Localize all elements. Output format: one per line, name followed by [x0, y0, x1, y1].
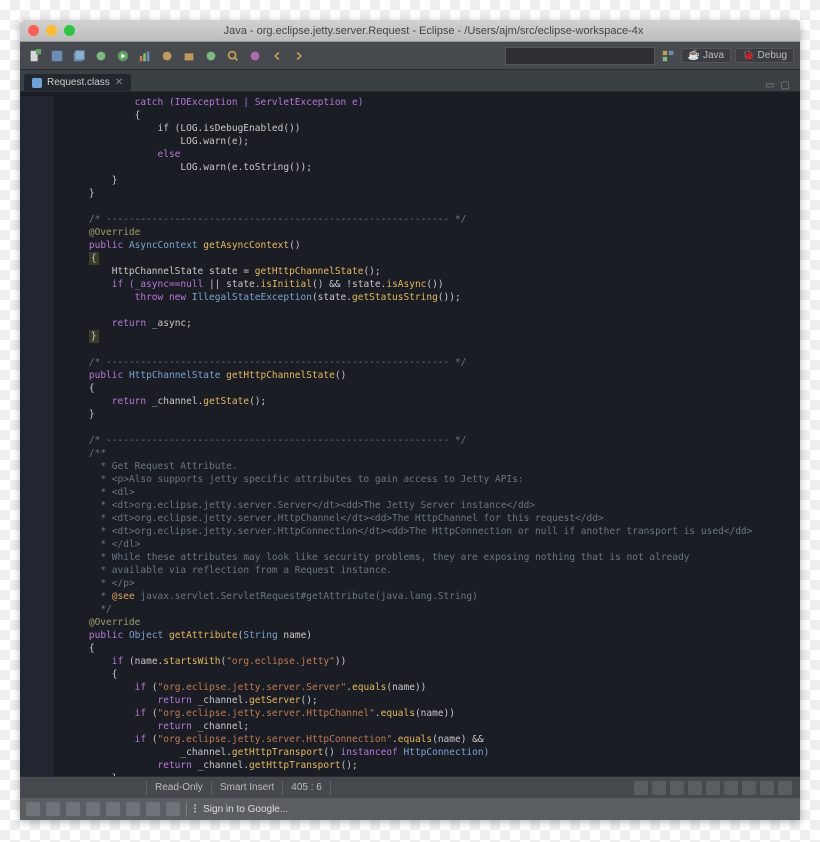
- file-tab-request[interactable]: Request.class ✕: [24, 74, 131, 91]
- tray-icon[interactable]: [166, 802, 180, 816]
- close-window-button[interactable]: [28, 25, 39, 36]
- main-toolbar: ☕Java 🐞Debug: [20, 42, 800, 70]
- minimize-window-button[interactable]: [46, 25, 57, 36]
- save-all-icon[interactable]: [70, 47, 88, 65]
- type-icon[interactable]: [202, 47, 220, 65]
- task-icon[interactable]: [246, 47, 264, 65]
- minimize-view-icon[interactable]: ▭: [765, 80, 774, 91]
- class-file-icon: [32, 78, 42, 88]
- view-icon[interactable]: [670, 781, 684, 795]
- coverage-icon[interactable]: [136, 47, 154, 65]
- cursor-position-status: 405 : 6: [291, 782, 322, 793]
- ant-icon[interactable]: [158, 47, 176, 65]
- title-bar: Java - org.eclipse.jetty.server.Request …: [20, 20, 800, 42]
- view-icon[interactable]: [742, 781, 756, 795]
- tray-icon[interactable]: [86, 802, 100, 816]
- forward-icon[interactable]: [290, 47, 308, 65]
- debug-perspective-button[interactable]: 🐞Debug: [735, 48, 794, 63]
- window-title: Java - org.eclipse.jetty.server.Request …: [75, 25, 792, 37]
- tray-icon[interactable]: [126, 802, 140, 816]
- package-icon[interactable]: [180, 47, 198, 65]
- save-icon[interactable]: [48, 47, 66, 65]
- file-tab-label: Request.class: [47, 77, 110, 88]
- bottom-bar: ⁝ Sign in to Google...: [20, 798, 800, 820]
- tray-icon[interactable]: [26, 802, 40, 816]
- google-icon[interactable]: ⁝: [193, 801, 197, 817]
- tray-icon[interactable]: [146, 802, 160, 816]
- maximize-view-icon[interactable]: ▢: [781, 80, 790, 91]
- run-icon[interactable]: [114, 47, 132, 65]
- code-editor[interactable]: catch (IOException | ServletException e)…: [20, 92, 800, 776]
- back-icon[interactable]: [268, 47, 286, 65]
- java-perspective-button[interactable]: ☕Java: [681, 48, 732, 63]
- search-toolbar-icon[interactable]: [224, 47, 242, 65]
- view-icon[interactable]: [634, 781, 648, 795]
- google-signin-link[interactable]: Sign in to Google...: [203, 804, 288, 815]
- view-icon[interactable]: [724, 781, 738, 795]
- view-icon[interactable]: [778, 781, 792, 795]
- tray-icon[interactable]: [46, 802, 60, 816]
- status-bar: Read-Only Smart Insert 405 : 6: [20, 776, 800, 798]
- tray-icon[interactable]: [106, 802, 120, 816]
- view-icon[interactable]: [688, 781, 702, 795]
- open-perspective-icon[interactable]: [659, 47, 677, 65]
- maximize-window-button[interactable]: [64, 25, 75, 36]
- insert-mode-status: Smart Insert: [220, 782, 274, 793]
- close-tab-icon[interactable]: ✕: [115, 77, 123, 88]
- view-icon[interactable]: [652, 781, 666, 795]
- source-code: catch (IOException | ServletException e)…: [60, 96, 800, 776]
- view-icon[interactable]: [760, 781, 774, 795]
- tray-icon[interactable]: [66, 802, 80, 816]
- view-icon[interactable]: [706, 781, 720, 795]
- readonly-status: Read-Only: [155, 782, 203, 793]
- editor-tab-bar: Request.class ✕ ▭ ▢: [20, 70, 800, 92]
- quick-access-input[interactable]: [505, 47, 655, 65]
- debug-icon[interactable]: [92, 47, 110, 65]
- new-icon[interactable]: [26, 47, 44, 65]
